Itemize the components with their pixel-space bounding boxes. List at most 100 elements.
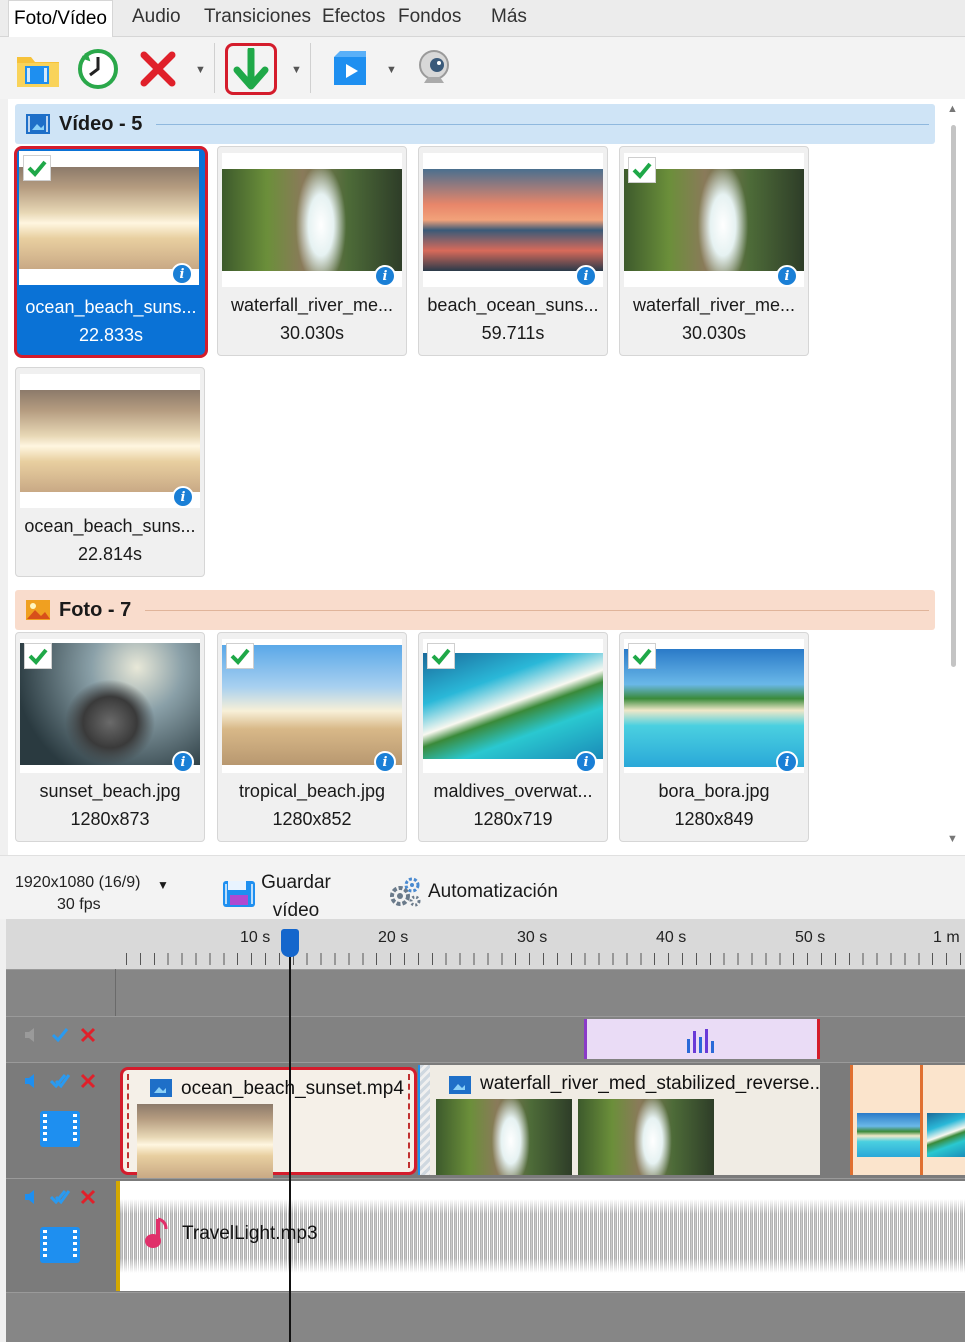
- tab-fondos[interactable]: Fondos: [398, 6, 461, 28]
- preview-button[interactable]: [326, 45, 374, 93]
- fps-label[interactable]: 30 fps: [57, 896, 101, 914]
- tab-foto-video[interactable]: Foto/Vídeo: [8, 0, 113, 38]
- tab-transiciones[interactable]: Transiciones: [204, 6, 311, 28]
- add-media-button[interactable]: [14, 45, 62, 93]
- automation-label: Automatización: [428, 881, 558, 902]
- remove-track-icon[interactable]: [78, 1071, 98, 1091]
- resolution-label[interactable]: 1920x1080 (16/9): [15, 874, 140, 892]
- check-icon[interactable]: [628, 157, 656, 183]
- media-card-photo[interactable]: i sunset_beach.jpg 1280x873: [15, 632, 205, 842]
- download-button[interactable]: [225, 43, 277, 95]
- photo-clip[interactable]: [850, 1065, 921, 1175]
- green-down-arrow-icon: [233, 48, 269, 90]
- video-clip[interactable]: waterfall_river_med_stabilized_reverse..…: [430, 1065, 820, 1175]
- folder-film-icon: [17, 57, 59, 87]
- delete-button[interactable]: [134, 45, 182, 93]
- media-card-video[interactable]: i ocean_beach_suns... 22.814s: [15, 367, 205, 577]
- transition-marker[interactable]: [418, 1065, 430, 1175]
- video-group-header[interactable]: Vídeo - 5: [15, 104, 935, 144]
- check-icon[interactable]: [226, 643, 254, 669]
- tab-efectos[interactable]: Efectos: [322, 6, 385, 28]
- info-icon[interactable]: i: [374, 751, 396, 773]
- save-video-button[interactable]: Guardar vídeo: [222, 869, 342, 921]
- photo-group-header[interactable]: Foto - 7: [15, 590, 935, 630]
- media-duration: 30.030s: [279, 323, 345, 343]
- media-card-photo[interactable]: i bora_bora.jpg 1280x849: [619, 632, 809, 842]
- media-name: tropical_beach.jpg: [238, 781, 386, 801]
- double-check-icon[interactable]: [50, 1071, 70, 1091]
- ruler-label: 50 s: [795, 929, 826, 946]
- toolbar-separator: [310, 43, 311, 93]
- check-icon[interactable]: [24, 643, 52, 669]
- header-divider-line: [145, 609, 929, 611]
- media-card-photo[interactable]: i tropical_beach.jpg 1280x852: [217, 632, 407, 842]
- media-card-video[interactable]: i waterfall_river_me... 30.030s: [217, 146, 407, 356]
- video-group-icon: [26, 114, 50, 134]
- scroll-up-icon[interactable]: ▲: [947, 103, 958, 115]
- media-duration: 22.814s: [77, 544, 143, 564]
- info-icon[interactable]: i: [172, 486, 194, 508]
- media-name: maldives_overwat...: [433, 781, 593, 801]
- media-card-photo[interactable]: i maldives_overwat... 1280x719: [418, 632, 608, 842]
- thumbnail: i: [19, 151, 199, 285]
- audio-clip-name: TravelLight.mp3: [182, 1223, 318, 1244]
- media-resolution: 1280x849: [674, 809, 754, 829]
- info-icon[interactable]: i: [575, 265, 597, 287]
- thumbnail-image: [222, 169, 402, 271]
- speaker-icon[interactable]: [22, 1187, 42, 1207]
- video-clip-selected[interactable]: ocean_beach_sunset.mp4: [120, 1067, 417, 1178]
- music-effect-clip[interactable]: [584, 1019, 820, 1059]
- info-icon[interactable]: i: [776, 751, 798, 773]
- photo-clip[interactable]: [920, 1065, 965, 1175]
- media-card-video[interactable]: i beach_ocean_suns... 59.711s: [418, 146, 608, 356]
- gears-icon: [390, 877, 421, 907]
- clip-name: waterfall_river_med_stabilized_reverse..…: [480, 1073, 820, 1094]
- save-label-line1: Guardar: [261, 872, 331, 893]
- effects-track[interactable]: [6, 1016, 965, 1062]
- equalizer-icon: [687, 1029, 714, 1053]
- info-icon[interactable]: i: [374, 265, 396, 287]
- audio-clip[interactable]: TravelLight.mp3: [116, 1181, 965, 1291]
- media-card-video[interactable]: i ocean_beach_suns... 22.833s: [14, 146, 208, 358]
- download-dropdown-icon[interactable]: ▼: [291, 64, 302, 76]
- thumbnail: i: [222, 639, 402, 773]
- menu-tab-bar: Foto/Vídeo Audio Transiciones Efectos Fo…: [0, 0, 965, 38]
- speaker-muted-icon[interactable]: [22, 1025, 42, 1045]
- time-ruler[interactable]: 10 s 20 s 30 s 40 s 50 s 1 m: [6, 919, 965, 969]
- scrollbar-thumb[interactable]: [951, 125, 956, 667]
- scroll-down-icon[interactable]: ▼: [947, 833, 958, 845]
- media-card-video[interactable]: i waterfall_river_me... 30.030s: [619, 146, 809, 356]
- playhead-handle[interactable]: [281, 929, 299, 957]
- tab-audio[interactable]: Audio: [132, 6, 181, 28]
- double-check-icon[interactable]: [50, 1187, 70, 1207]
- track-controls: [22, 1025, 98, 1045]
- clock-button[interactable]: [74, 45, 122, 93]
- remove-track-icon[interactable]: [78, 1025, 98, 1045]
- vertical-scrollbar[interactable]: ▲ ▼: [943, 99, 965, 855]
- info-icon[interactable]: i: [575, 751, 597, 773]
- media-name: ocean_beach_suns...: [25, 297, 197, 317]
- check-icon[interactable]: [427, 643, 455, 669]
- empty-track[interactable]: [6, 969, 965, 1016]
- speaker-icon[interactable]: [22, 1071, 42, 1091]
- timeline-panel: 10 s 20 s 30 s 40 s 50 s 1 m ocean_beach…: [6, 919, 965, 1342]
- info-icon[interactable]: i: [172, 751, 194, 773]
- checkmark-icon[interactable]: [50, 1025, 70, 1045]
- clip-video-icon: [449, 1076, 471, 1094]
- info-icon[interactable]: i: [171, 263, 193, 285]
- track-controls: [22, 1187, 98, 1207]
- toolbar-separator: [214, 43, 215, 93]
- preview-dropdown-icon[interactable]: ▼: [386, 64, 397, 76]
- resolution-dropdown-icon[interactable]: ▼: [157, 878, 169, 892]
- empty-track[interactable]: [6, 1292, 965, 1342]
- check-icon[interactable]: [628, 643, 656, 669]
- automation-button[interactable]: Automatización: [388, 876, 558, 908]
- tab-mas[interactable]: Más: [491, 6, 527, 28]
- remove-track-icon[interactable]: [78, 1187, 98, 1207]
- thumbnail-image: [423, 169, 603, 271]
- webcam-button[interactable]: [410, 45, 458, 93]
- check-icon[interactable]: [23, 155, 51, 181]
- ruler-label: 10 s: [240, 929, 271, 946]
- info-icon[interactable]: i: [776, 265, 798, 287]
- delete-dropdown-icon[interactable]: ▼: [195, 64, 206, 76]
